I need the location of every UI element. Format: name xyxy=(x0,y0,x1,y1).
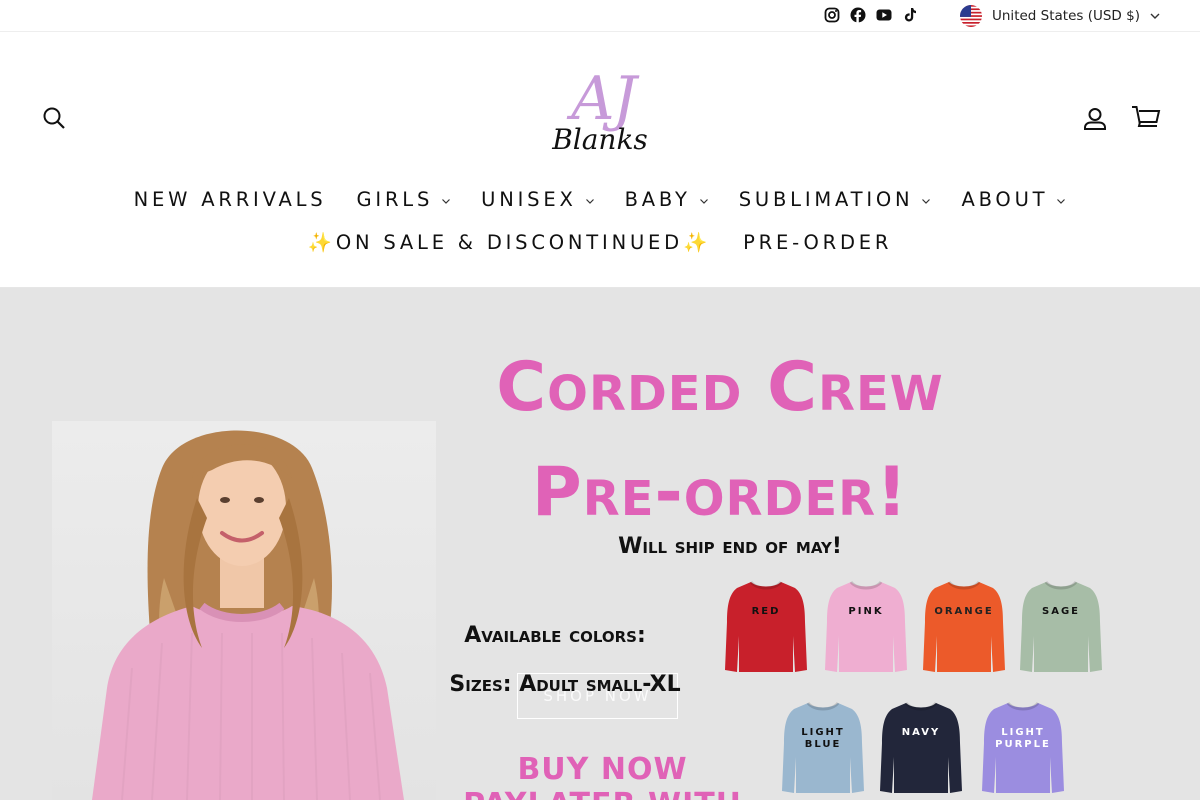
tiktok-icon[interactable] xyxy=(902,7,918,23)
sweatshirt-icon xyxy=(725,580,807,672)
swatch-label: SAGE xyxy=(1042,606,1080,617)
search-icon[interactable] xyxy=(42,106,66,130)
nav-item-about[interactable]: ABOUT xyxy=(961,188,1066,211)
sweatshirt-icon xyxy=(1020,580,1102,672)
swatch-orange: ORANGE xyxy=(923,576,1005,680)
primary-nav: NEW ARRIVALS GIRLS UNISEX BABY SUBLIMATION AB… xyxy=(0,188,1200,211)
swatch-sage: SAGE xyxy=(1020,576,1102,680)
nav-item-pre-order[interactable]: PRE-ORDER xyxy=(743,231,892,254)
youtube-icon[interactable] xyxy=(876,7,892,23)
swatch-label: PINK xyxy=(848,606,884,617)
swatch-label: LIGHT BLUE xyxy=(801,727,845,750)
swatch-pink: PINK xyxy=(825,576,907,680)
nav-item-on-sale-discontinued[interactable]: ✨ON SALE & DISCONTINUED✨ xyxy=(308,231,711,254)
ship-note: Will ship end of may! xyxy=(618,534,842,559)
sweatshirt-icon xyxy=(880,701,962,793)
chevron-down-icon xyxy=(922,199,931,204)
chevron-down-icon xyxy=(1150,13,1160,19)
hero-headline-line2: Pre-order! xyxy=(531,453,909,532)
nav-label: ABOUT xyxy=(961,188,1049,211)
swatch-light-purple: LIGHT PURPLE xyxy=(982,697,1064,800)
sweatshirt-icon xyxy=(923,580,1005,672)
hero-headline-line1: Corded Crew xyxy=(496,348,944,427)
hero-banner[interactable]: Corded Crew Pre-order! Will ship end of … xyxy=(0,288,1200,800)
secondary-nav: ✨ON SALE & DISCONTINUED✨ PRE-ORDER xyxy=(0,231,1200,254)
swatch-label: LIGHT PURPLE xyxy=(995,727,1051,750)
announcement-bar: United States (USD $) xyxy=(0,0,1200,32)
swatch-red: RED xyxy=(725,576,807,680)
site-header: AJ Blanks NEW ARRIVALS GIRLS UNISEX BABY SUB… xyxy=(0,32,1200,288)
currency-label: United States (USD $) xyxy=(992,8,1140,24)
social-links xyxy=(824,7,918,23)
swatch-label: RED xyxy=(751,606,781,617)
swatch-light-blue: LIGHT BLUE xyxy=(782,697,864,800)
nav-item-new-arrivals[interactable]: NEW ARRIVALS xyxy=(134,188,327,211)
nav-label: UNISEX xyxy=(481,188,577,211)
logo-wordmark: Blanks xyxy=(552,123,648,156)
pay-later-text: BUY NOW PAYLATER WITH xyxy=(463,752,741,800)
site-logo[interactable]: AJ Blanks xyxy=(540,64,660,164)
sizes-label: Sizes: Adult small-XL xyxy=(449,672,681,697)
chevron-down-icon xyxy=(699,199,708,204)
chevron-down-icon xyxy=(585,199,594,204)
nav-item-unisex[interactable]: UNISEX xyxy=(481,188,594,211)
chevron-down-icon xyxy=(1057,199,1066,204)
nav-label: PRE-ORDER xyxy=(743,231,893,254)
nav-item-sublimation[interactable]: SUBLIMATION xyxy=(739,188,932,211)
us-flag-icon xyxy=(960,5,982,27)
nav-label: BABY xyxy=(624,188,691,211)
available-colors-label: Available colors: xyxy=(464,623,646,648)
swatch-label: ORANGE xyxy=(934,606,994,617)
account-icon[interactable] xyxy=(1082,106,1108,132)
chevron-down-icon xyxy=(442,199,451,204)
nav-item-baby[interactable]: BABY xyxy=(625,188,709,211)
instagram-icon[interactable] xyxy=(824,7,840,23)
nav-label: ✨ON SALE & DISCONTINUED✨ xyxy=(307,231,712,254)
facebook-icon[interactable] xyxy=(850,7,866,23)
sweatshirt-icon xyxy=(825,580,907,672)
nav-item-girls[interactable]: GIRLS xyxy=(356,188,451,211)
nav-label: NEW ARRIVALS xyxy=(133,188,327,211)
swatch-navy: NAVY xyxy=(880,697,962,800)
cart-icon[interactable] xyxy=(1131,104,1161,132)
currency-selector[interactable]: United States (USD $) xyxy=(960,5,1160,27)
model-photo xyxy=(92,430,404,800)
nav-label: GIRLS xyxy=(356,188,434,211)
swatch-label: NAVY xyxy=(901,727,941,738)
nav-label: SUBLIMATION xyxy=(738,188,914,211)
